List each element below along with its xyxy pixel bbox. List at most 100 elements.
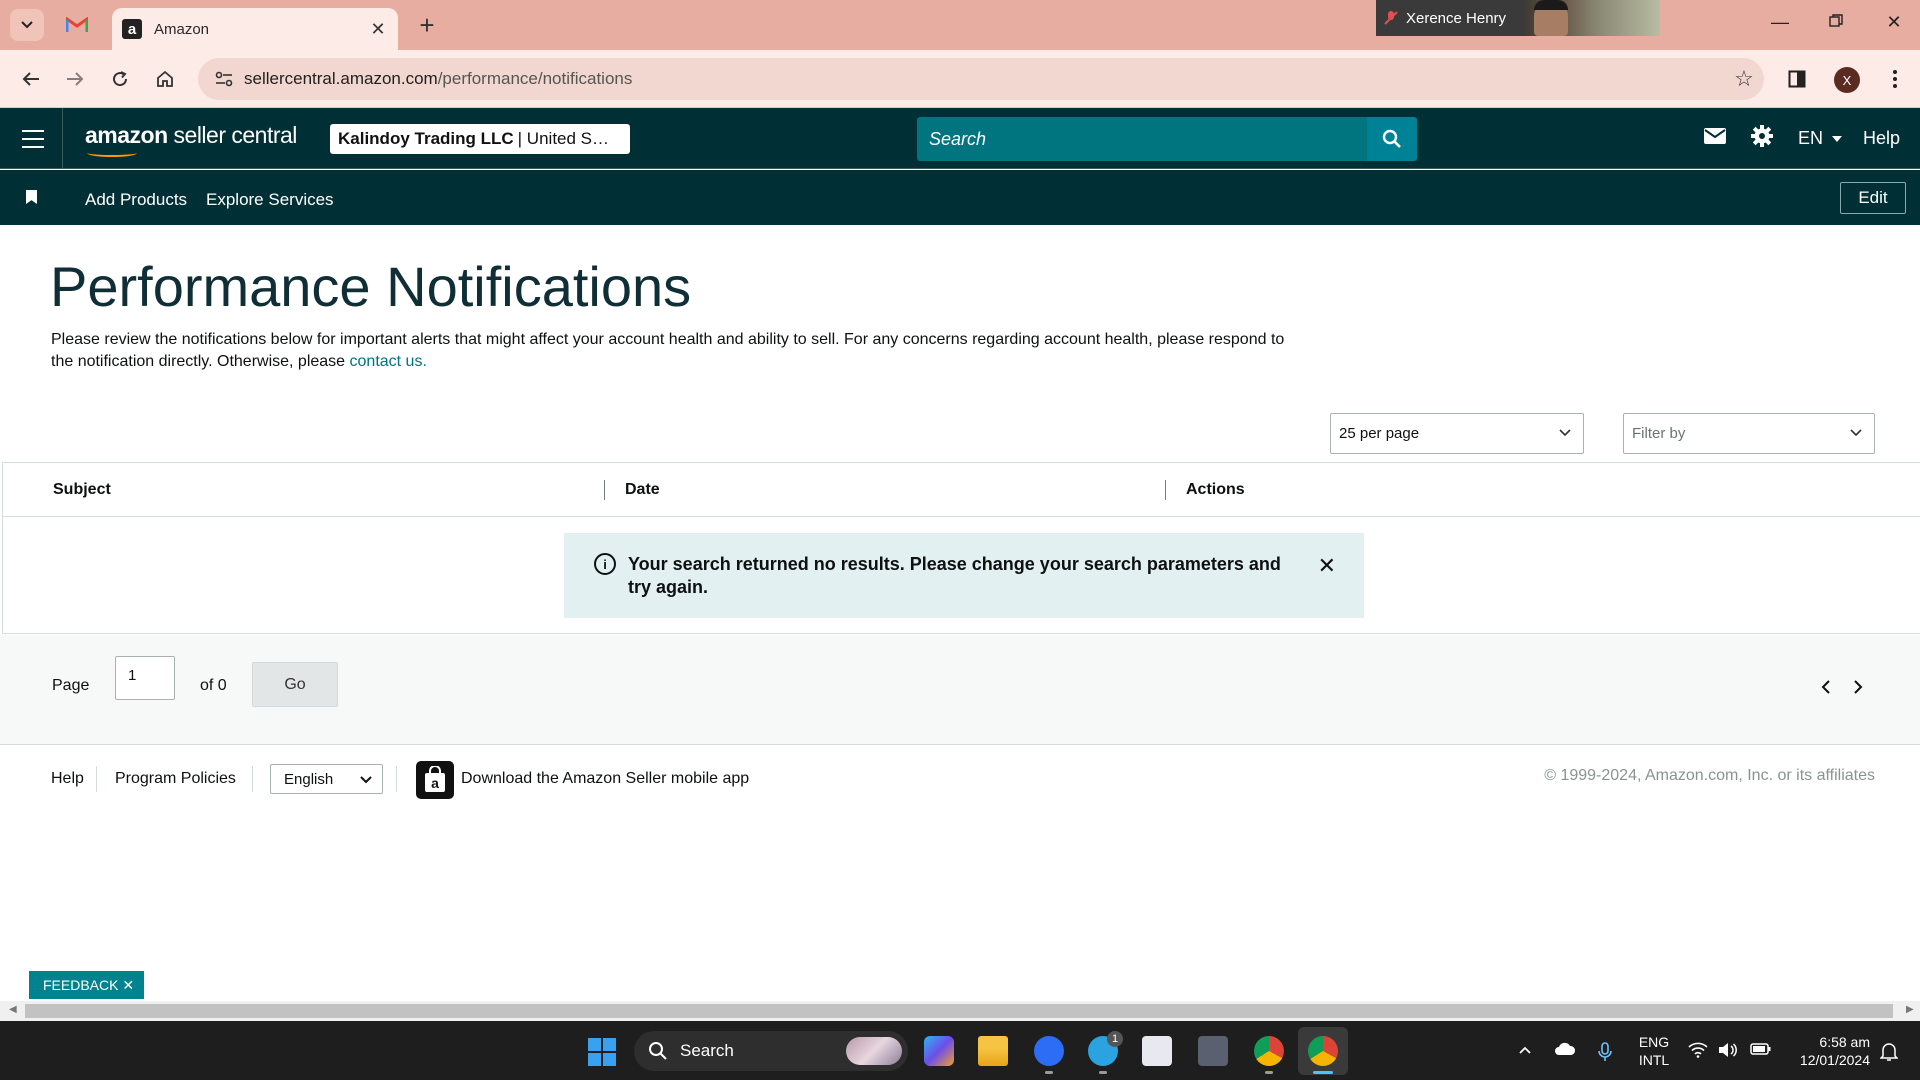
address-bar[interactable]: sellercentral.amazon.com/performance/not… bbox=[198, 58, 1764, 100]
video-call-name-text: Xerence Henry bbox=[1406, 9, 1507, 27]
store-region: | United S… bbox=[517, 129, 610, 148]
footer-language-select[interactable]: English bbox=[270, 764, 383, 794]
amazon-smile-icon bbox=[87, 149, 137, 157]
horizontal-scrollbar[interactable]: ◀ ▶ bbox=[0, 1001, 1920, 1021]
seller-app-icon[interactable]: a bbox=[416, 761, 454, 799]
browser-toolbar: sellercentral.amazon.com/performance/not… bbox=[0, 50, 1920, 108]
tray-chevron-up-icon[interactable] bbox=[1518, 1042, 1532, 1060]
chevron-left-icon bbox=[1821, 680, 1830, 694]
subnav-add-products[interactable]: Add Products bbox=[85, 190, 187, 210]
prev-page-button[interactable] bbox=[1821, 680, 1831, 699]
notification-bell-icon[interactable] bbox=[1879, 1042, 1899, 1067]
input-language[interactable]: ENG INTL bbox=[1632, 1033, 1676, 1069]
seller-central-logo[interactable]: amazon seller central bbox=[85, 122, 298, 157]
header-help-link[interactable]: Help bbox=[1863, 128, 1900, 149]
footer-help-link[interactable]: Help bbox=[51, 770, 84, 788]
taskbar-clock[interactable]: 6:58 am 12/01/2024 bbox=[1786, 1033, 1870, 1069]
alert-close-icon[interactable]: ✕ bbox=[1318, 553, 1336, 579]
scroll-left-icon[interactable]: ◀ bbox=[9, 1004, 17, 1015]
header-search-input[interactable]: Search bbox=[917, 117, 1367, 161]
logo-seller-central-text: seller central bbox=[167, 122, 298, 148]
no-results-alert: i Your search returned no results. Pleas… bbox=[564, 533, 1364, 618]
tab-close-icon[interactable]: ✕ bbox=[368, 19, 388, 40]
column-subject[interactable]: Subject bbox=[53, 481, 111, 499]
zoom-running-indicator bbox=[1045, 1071, 1053, 1074]
chrome-icon[interactable] bbox=[1254, 1036, 1284, 1066]
page-total-label: of 0 bbox=[200, 677, 227, 694]
volume-icon[interactable] bbox=[1718, 1042, 1738, 1063]
wifi-icon[interactable] bbox=[1688, 1042, 1708, 1063]
hamburger-menu-icon[interactable] bbox=[18, 126, 48, 152]
url-domain: sellercentral.amazon.com bbox=[244, 69, 438, 88]
close-window-button[interactable]: ✕ bbox=[1879, 12, 1909, 33]
arrow-right-icon bbox=[67, 72, 84, 86]
calculator-icon[interactable] bbox=[1198, 1036, 1228, 1066]
column-actions: Actions bbox=[1186, 481, 1245, 498]
minimize-window-button[interactable]: — bbox=[1765, 12, 1795, 33]
footer-program-policies-link[interactable]: Program Policies bbox=[115, 770, 236, 788]
mic-muted-icon bbox=[1384, 11, 1398, 25]
search-highlight-image bbox=[846, 1037, 902, 1065]
reload-button[interactable] bbox=[105, 64, 135, 94]
scroll-right-icon[interactable]: ▶ bbox=[1906, 1004, 1914, 1015]
onedrive-icon[interactable] bbox=[1554, 1042, 1576, 1061]
download-app-link[interactable]: Download the Amazon Seller mobile app bbox=[461, 770, 749, 788]
gear-icon bbox=[1751, 125, 1773, 147]
tab-search-button[interactable] bbox=[10, 9, 44, 41]
restore-window-button[interactable] bbox=[1821, 12, 1851, 33]
no-results-message: Your search returned no results. Please … bbox=[628, 554, 1281, 597]
side-panel-button[interactable] bbox=[1782, 64, 1812, 94]
search-icon bbox=[649, 1042, 667, 1060]
bookmark-star-icon[interactable]: ☆ bbox=[1724, 66, 1764, 92]
active-app-indicator bbox=[1313, 1071, 1333, 1074]
header-search-button[interactable] bbox=[1367, 117, 1417, 161]
taskbar-search[interactable]: Search bbox=[634, 1031, 908, 1071]
store-selector[interactable]: Kalindoy Trading LLC | United S… bbox=[330, 124, 630, 154]
telegram-running-indicator bbox=[1099, 1071, 1107, 1074]
taskbar-date: 12/01/2024 bbox=[1799, 1052, 1870, 1068]
search-icon bbox=[1382, 129, 1401, 148]
microphone-icon[interactable] bbox=[1598, 1042, 1612, 1067]
chevron-down-icon bbox=[1559, 429, 1571, 437]
browser-menu-button[interactable] bbox=[1880, 64, 1910, 94]
profile-avatar[interactable]: X bbox=[1834, 67, 1860, 93]
tab-amazon[interactable]: a Amazon ✕ bbox=[112, 8, 398, 50]
home-button[interactable] bbox=[150, 64, 180, 94]
messages-button[interactable] bbox=[1703, 126, 1727, 151]
subnav-explore-services[interactable]: Explore Services bbox=[206, 190, 334, 210]
per-page-select[interactable]: 25 per page bbox=[1330, 413, 1584, 454]
file-explorer-icon[interactable] bbox=[978, 1036, 1008, 1066]
side-panel-icon bbox=[1788, 70, 1806, 88]
page-number-input[interactable]: 1 bbox=[115, 656, 175, 700]
forward-button[interactable] bbox=[60, 64, 90, 94]
chrome-profile-icon[interactable] bbox=[1308, 1036, 1338, 1066]
feedback-button[interactable]: FEEDBACK ✕ bbox=[29, 971, 144, 999]
snipping-tool-icon[interactable] bbox=[1142, 1036, 1172, 1066]
language-code: EN bbox=[1798, 128, 1824, 148]
next-page-button[interactable] bbox=[1853, 680, 1863, 699]
gmail-icon bbox=[66, 17, 88, 32]
filter-by-select[interactable]: Filter by bbox=[1623, 413, 1875, 454]
tab-title: Amazon bbox=[154, 20, 210, 38]
scrollbar-thumb[interactable] bbox=[25, 1004, 1893, 1018]
new-tab-button[interactable]: + bbox=[412, 10, 442, 40]
settings-button[interactable] bbox=[1750, 124, 1774, 153]
zoom-icon[interactable] bbox=[1034, 1036, 1064, 1066]
bookmark-icon[interactable] bbox=[26, 190, 37, 204]
site-info-icon[interactable] bbox=[204, 71, 244, 87]
language-selector[interactable]: EN bbox=[1798, 128, 1843, 149]
gmail-tab[interactable] bbox=[62, 12, 92, 38]
copilot-icon[interactable] bbox=[924, 1036, 954, 1066]
amazon-favicon-icon: a bbox=[122, 19, 142, 39]
taskbar-search-label: Search bbox=[680, 1041, 734, 1060]
back-button[interactable] bbox=[16, 64, 46, 94]
column-date[interactable]: Date bbox=[625, 481, 660, 499]
svg-text:a: a bbox=[431, 775, 439, 791]
copyright-text: © 1999-2024, Amazon.com, Inc. or its aff… bbox=[1544, 767, 1875, 784]
go-button[interactable]: Go bbox=[252, 662, 338, 707]
windows-start-icon[interactable] bbox=[588, 1038, 616, 1066]
edit-bookmarks-button[interactable]: Edit bbox=[1840, 182, 1906, 214]
contact-us-link[interactable]: contact us. bbox=[350, 353, 427, 370]
battery-icon[interactable] bbox=[1750, 1042, 1772, 1061]
chevron-right-icon bbox=[1854, 680, 1863, 694]
